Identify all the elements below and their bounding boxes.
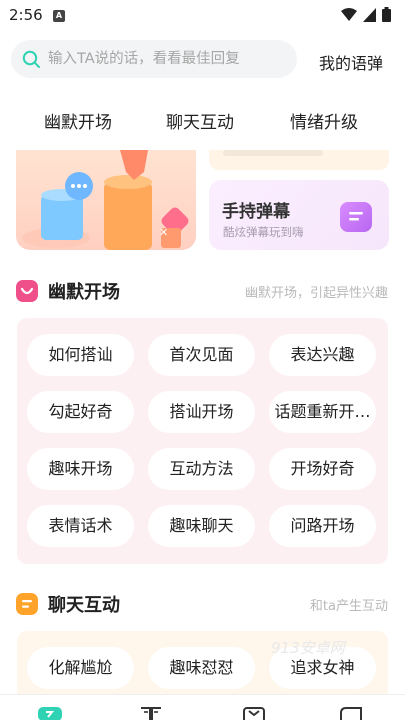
status-time: 2:56	[9, 6, 43, 24]
signal-icon	[363, 7, 376, 22]
tag-item[interactable]: 话题重新开…	[269, 391, 376, 433]
banner-illustration-card[interactable]: ✕	[16, 150, 196, 250]
my-bullet-link[interactable]: 我的语弹	[319, 50, 383, 74]
category-tabs: 幽默开场 聊天互动 情绪升级	[0, 100, 405, 140]
banner-illustration: ✕	[22, 150, 189, 250]
search-row: 我的语弹	[0, 40, 405, 80]
section-title: 幽默开场	[48, 282, 120, 303]
tag-item[interactable]: 首次见面	[148, 334, 255, 376]
tag-item[interactable]: 勾起好奇	[27, 391, 134, 433]
smile-icon	[16, 280, 38, 302]
notification-icon: A	[53, 10, 65, 22]
banner-top-strip	[223, 150, 323, 156]
section-subtitle: 和ta产生互动	[309, 599, 388, 614]
book-icon[interactable]	[139, 707, 163, 720]
status-bar: 2:56 A	[0, 0, 405, 32]
tag-item[interactable]: 问路开场	[269, 505, 376, 547]
tag-item[interactable]: 表达兴趣	[269, 334, 376, 376]
tag-panel-humor: 如何搭讪 首次见面 表达兴趣 勾起好奇 搭讪开场 话题重新开… 趣味开场 互动方…	[17, 318, 388, 564]
tag-item[interactable]: 如何搭讪	[27, 334, 134, 376]
chat-lines-icon	[16, 593, 38, 615]
watermark: 913安卓网	[271, 639, 345, 657]
tag-item[interactable]: 搭讪开场	[148, 391, 255, 433]
search-icon	[22, 50, 40, 68]
tag-item[interactable]: 趣味怼怼	[148, 647, 255, 689]
battery-icon	[382, 7, 391, 22]
mail-icon[interactable]	[243, 707, 265, 720]
profile-icon[interactable]	[339, 707, 363, 720]
tag-item[interactable]: 化解尴尬	[27, 647, 134, 689]
chat-bubble-icon	[340, 202, 372, 232]
system-icons	[341, 7, 391, 22]
banner-top-card[interactable]	[209, 150, 389, 170]
home-icon[interactable]	[38, 707, 62, 720]
svg-text:✕: ✕	[159, 226, 168, 239]
tab-humor-opening[interactable]: 幽默开场	[44, 108, 112, 133]
search-box[interactable]	[11, 40, 297, 78]
tab-emotion-upgrade[interactable]: 情绪升级	[290, 108, 358, 133]
tag-item[interactable]: 开场好奇	[269, 448, 376, 490]
tag-item[interactable]: 表情话术	[27, 505, 134, 547]
card-title: 手持弹幕	[222, 202, 290, 222]
handheld-bullet-card[interactable]: 手持弹幕 酷炫弹幕玩到嗨	[209, 180, 389, 250]
tag-item[interactable]: 互动方法	[148, 448, 255, 490]
section-header-humor: 幽默开场 幽默开场，引起异性兴趣	[0, 277, 405, 307]
tag-item[interactable]: 趣味聊天	[148, 505, 255, 547]
wifi-icon	[341, 7, 357, 21]
section-title: 聊天互动	[48, 595, 120, 616]
tab-chat-interaction[interactable]: 聊天互动	[166, 108, 234, 133]
section-header-chat: 聊天互动 和ta产生互动	[0, 590, 405, 620]
bottom-nav	[0, 694, 405, 720]
tag-item[interactable]: 趣味开场	[27, 448, 134, 490]
section-subtitle: 幽默开场，引起异性兴趣	[244, 286, 388, 301]
card-subtitle: 酷炫弹幕玩到嗨	[223, 225, 304, 239]
search-input[interactable]	[48, 40, 288, 78]
